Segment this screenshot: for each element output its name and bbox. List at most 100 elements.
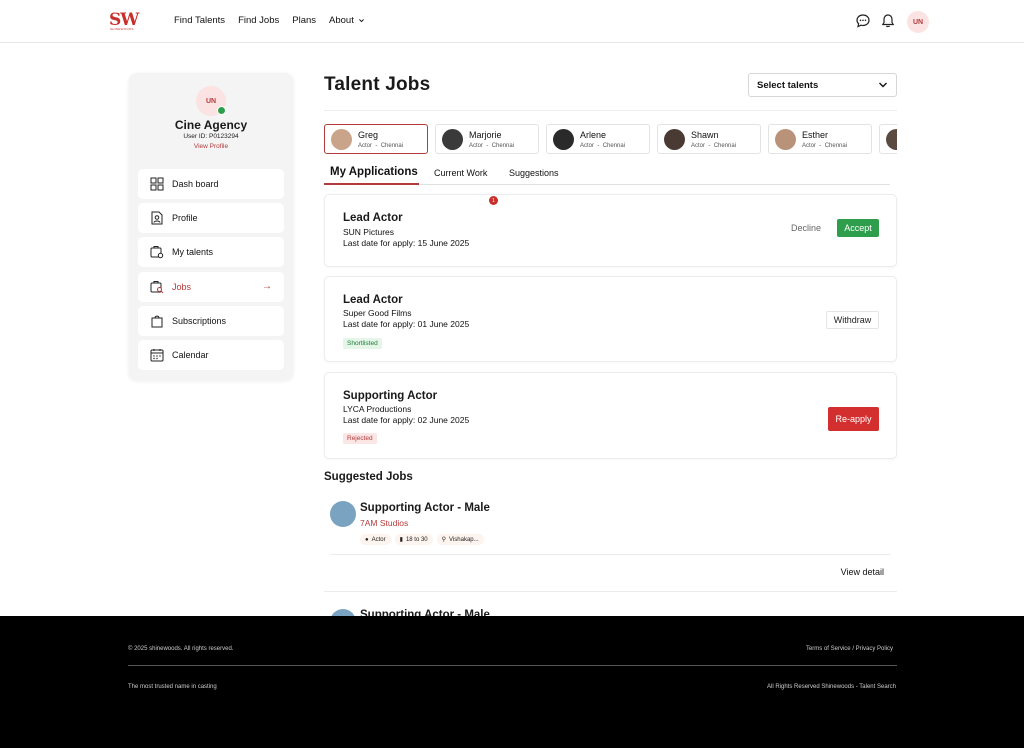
online-status-icon — [217, 106, 226, 115]
company-name: LYCA Productions — [343, 404, 412, 414]
company-name: Super Good Films — [343, 308, 412, 318]
nav-find-jobs[interactable]: Find Jobs — [238, 15, 279, 26]
talent-meta: Actor - Chennai — [691, 143, 737, 149]
tab-current-work[interactable]: Current Work — [434, 168, 487, 178]
job-tabs: My Applications Current Work Suggestions — [324, 166, 890, 185]
profile-name: Cine Agency — [174, 118, 248, 132]
person-icon: ● — [365, 536, 369, 543]
sidebar-item-my-talents[interactable]: My talents — [138, 237, 284, 268]
view-profile-link[interactable]: View Profile — [129, 143, 293, 150]
sidebar-item-label: Profile — [172, 213, 198, 224]
subscriptions-icon — [151, 315, 163, 328]
top-navbar: SW SHINEWOODS Find Talents Find Jobs Pla… — [0, 0, 1024, 43]
sidebar-item-subscriptions[interactable]: Subscriptions — [138, 305, 284, 336]
withdraw-button[interactable]: Withdraw — [826, 311, 879, 329]
nav-find-talents[interactable]: Find Talents — [174, 15, 225, 26]
tab-my-applications[interactable]: My Applications — [330, 166, 418, 178]
talents-icon — [150, 246, 164, 259]
talent-meta: Actor - Chennai — [580, 143, 626, 149]
footer-divider — [128, 665, 897, 666]
profile-user-id: User ID: P0123294 — [183, 133, 239, 140]
select-talents-dropdown[interactable]: Select talents — [748, 73, 897, 97]
age-chip: ▮ 18 to 30 — [394, 534, 433, 545]
main-nav: Find Talents Find Jobs Plans About — [174, 15, 365, 26]
talent-name: Arlene — [580, 130, 607, 140]
sidebar-menu: Dash board Profile My talents Jobs → Sub… — [138, 169, 284, 374]
select-talents-label: Select talents — [757, 80, 819, 91]
active-tab-indicator — [324, 183, 419, 185]
footer-terms-link[interactable]: Terms of Service / Privacy Policy — [806, 646, 893, 652]
job-title: Supporting Actor — [343, 390, 438, 402]
application-card: Lead Actor SUN Pictures Last date for ap… — [324, 194, 897, 267]
decline-button[interactable]: Decline — [783, 219, 829, 237]
sidebar-item-calendar[interactable]: Calendar — [138, 339, 284, 370]
dashboard-icon — [150, 177, 164, 191]
suggested-job-studio[interactable]: 7AM Studios — [360, 518, 408, 528]
suggested-job-title[interactable]: Supporting Actor - Male — [360, 502, 490, 514]
talent-name: Shawn — [691, 130, 719, 140]
talent-avatar — [442, 129, 463, 150]
reapply-button[interactable]: Re-apply — [828, 407, 879, 431]
bell-icon[interactable] — [880, 13, 896, 29]
sidebar-item-jobs[interactable]: Jobs → — [138, 271, 284, 302]
nav-plans[interactable]: Plans — [292, 15, 316, 26]
talent-card-marjorie[interactable]: Marjorie Actor - Chennai — [435, 124, 539, 154]
suggested-job-card: Supporting Actor - Male 7AM Studios ● Act… — [324, 494, 897, 592]
talent-avatar — [886, 129, 897, 150]
footer: © 2025 shinewoods. All rights reserved. … — [0, 616, 1024, 748]
nav-about-label: About — [329, 15, 354, 26]
talent-avatar — [331, 129, 352, 150]
talent-name: Marjorie — [469, 130, 502, 140]
talent-carousel: Greg Actor - Chennai Marjorie Actor - Ch… — [324, 124, 897, 154]
talent-card-esther[interactable]: Esther Actor - Chennai — [768, 124, 872, 154]
talent-avatar — [553, 129, 574, 150]
tab-suggestions[interactable]: Suggestions — [509, 168, 559, 178]
status-badge: Rejected — [343, 433, 377, 444]
logo-subtext: SHINEWOODS — [110, 27, 134, 31]
suggested-jobs-heading: Suggested Jobs — [324, 471, 413, 483]
job-title: Lead Actor — [343, 294, 403, 306]
footer-copyright: © 2025 shinewoods. All rights reserved. — [128, 646, 234, 652]
profile-icon — [151, 211, 163, 225]
location-chip: ⚲ Vishakap... — [436, 534, 484, 545]
user-avatar[interactable]: UN — [907, 11, 929, 33]
talent-name: Greg — [358, 130, 379, 140]
talent-meta: Actor - Chennai — [802, 143, 848, 149]
chat-icon[interactable] — [855, 13, 871, 29]
job-tags: ● Actor ▮ 18 to 30 ⚲ Vishakap... — [360, 534, 484, 545]
status-badge: Shortlisted — [343, 338, 382, 349]
talent-card-partial[interactable] — [879, 124, 897, 154]
chevron-down-icon — [358, 19, 364, 23]
bar-chart-icon: ▮ — [399, 537, 403, 543]
job-avatar — [330, 501, 356, 527]
last-date: Last date for apply: 15 June 2025 — [343, 238, 470, 248]
last-date: Last date for apply: 01 June 2025 — [343, 319, 470, 329]
application-card: Lead Actor Super Good Films Last date fo… — [324, 276, 897, 362]
location-pin-icon: ⚲ — [441, 537, 447, 543]
talent-name: Esther — [802, 130, 829, 140]
sidebar-item-label: Dash board — [172, 179, 219, 189]
sidebar-item-label: Subscriptions — [172, 315, 227, 326]
logo[interactable]: SW SHINEWOODS — [109, 10, 145, 32]
job-title: Lead Actor — [343, 212, 403, 224]
role-chip: ● Actor — [360, 534, 391, 545]
company-name: SUN Pictures — [343, 227, 395, 237]
divider — [324, 110, 897, 111]
last-date: Last date for apply: 02 June 2025 — [343, 415, 470, 425]
sidebar: UN Cine Agency User ID: P0123294 View Pr… — [129, 73, 293, 380]
sidebar-item-dashboard[interactable]: Dash board — [138, 169, 284, 199]
accept-button[interactable]: Accept — [837, 219, 879, 237]
nav-about[interactable]: About — [329, 15, 365, 26]
sidebar-item-label: Calendar — [172, 349, 209, 360]
talent-card-shawn[interactable]: Shawn Actor - Chennai — [657, 124, 761, 154]
arrow-right-icon: → — [262, 280, 272, 292]
calendar-icon — [150, 348, 164, 362]
talent-card-arlene[interactable]: Arlene Actor - Chennai — [546, 124, 650, 154]
talent-card-greg[interactable]: Greg Actor - Chennai — [324, 124, 428, 154]
chevron-down-icon — [879, 82, 887, 88]
view-detail-link[interactable]: View detail — [841, 567, 884, 577]
divider — [330, 554, 890, 555]
footer-tagline: The most trusted name in casting — [128, 684, 217, 690]
sidebar-item-profile[interactable]: Profile — [138, 203, 284, 234]
talent-avatar — [664, 129, 685, 150]
